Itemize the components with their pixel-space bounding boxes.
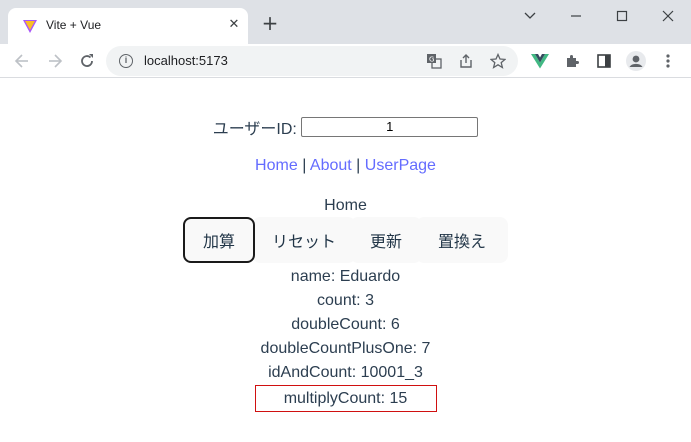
count-value: count: 3 (317, 292, 374, 309)
store-values: name: Eduardo count: 3 doubleCount: 6 do… (0, 265, 691, 412)
router-nav: Home | About | UserPage (0, 157, 691, 175)
window-close-icon[interactable] (654, 4, 682, 28)
browser-titlebar: Vite + Vue ✕ + (0, 0, 691, 44)
tab-title: Vite + Vue (46, 18, 102, 32)
nav-separator: | (356, 157, 361, 174)
nav-separator: | (302, 157, 307, 174)
double-count-value: doubleCount: 6 (291, 316, 400, 333)
user-id-row: ユーザーID: 1 (0, 115, 691, 139)
id-and-count-value: idAndCount: 10001_3 (268, 364, 423, 381)
page-heading: Home (324, 197, 367, 214)
reset-button[interactable]: リセット (252, 217, 356, 263)
share-icon[interactable] (456, 51, 476, 71)
user-id-label: ユーザーID: (212, 121, 297, 138)
svg-text:G: G (429, 56, 434, 64)
browser-toolbar: i localhost:5173 G (0, 44, 691, 78)
maximize-icon[interactable] (608, 4, 636, 28)
plus-icon[interactable]: + (260, 13, 280, 34)
forward-arrow-icon[interactable] (43, 49, 67, 73)
kebab-menu-icon[interactable] (656, 49, 680, 73)
reload-icon[interactable] (75, 49, 99, 73)
page-content: ユーザーID: 1 Home | About | UserPage Home 加… (0, 79, 691, 442)
profile-icon[interactable] (624, 49, 648, 73)
vue-logo-icon[interactable] (528, 49, 552, 73)
multiply-count-value: multiplyCount: 15 (254, 385, 437, 412)
star-icon[interactable] (488, 51, 508, 71)
replace-button[interactable]: 置換え (416, 217, 508, 263)
action-buttons: 加算 リセット 更新 置換え (0, 217, 691, 263)
translate-icon[interactable]: G (424, 51, 444, 71)
double-count-plus-one-value: doubleCountPlusOne: 7 (260, 340, 431, 357)
url-text[interactable]: localhost:5173 (144, 53, 228, 68)
update-button[interactable]: 更新 (350, 217, 422, 263)
nav-link-userpage[interactable]: UserPage (365, 157, 436, 174)
close-icon[interactable]: ✕ (226, 17, 242, 33)
user-id-input[interactable]: 1 (301, 117, 479, 137)
browser-tab[interactable]: Vite + Vue ✕ (8, 8, 248, 44)
side-panel-icon[interactable] (592, 49, 616, 73)
vite-logo-icon (22, 18, 38, 34)
minimize-icon[interactable] (562, 4, 590, 28)
name-value: name: Eduardo (290, 268, 401, 285)
minimize-icon[interactable] (516, 4, 544, 28)
nav-link-about[interactable]: About (310, 157, 352, 174)
add-button[interactable]: 加算 (183, 217, 255, 263)
address-bar[interactable]: i localhost:5173 G (106, 46, 518, 76)
back-arrow-icon[interactable] (10, 49, 34, 73)
nav-link-home[interactable]: Home (255, 157, 298, 174)
info-icon[interactable]: i (119, 54, 133, 68)
puzzle-icon[interactable] (560, 49, 584, 73)
